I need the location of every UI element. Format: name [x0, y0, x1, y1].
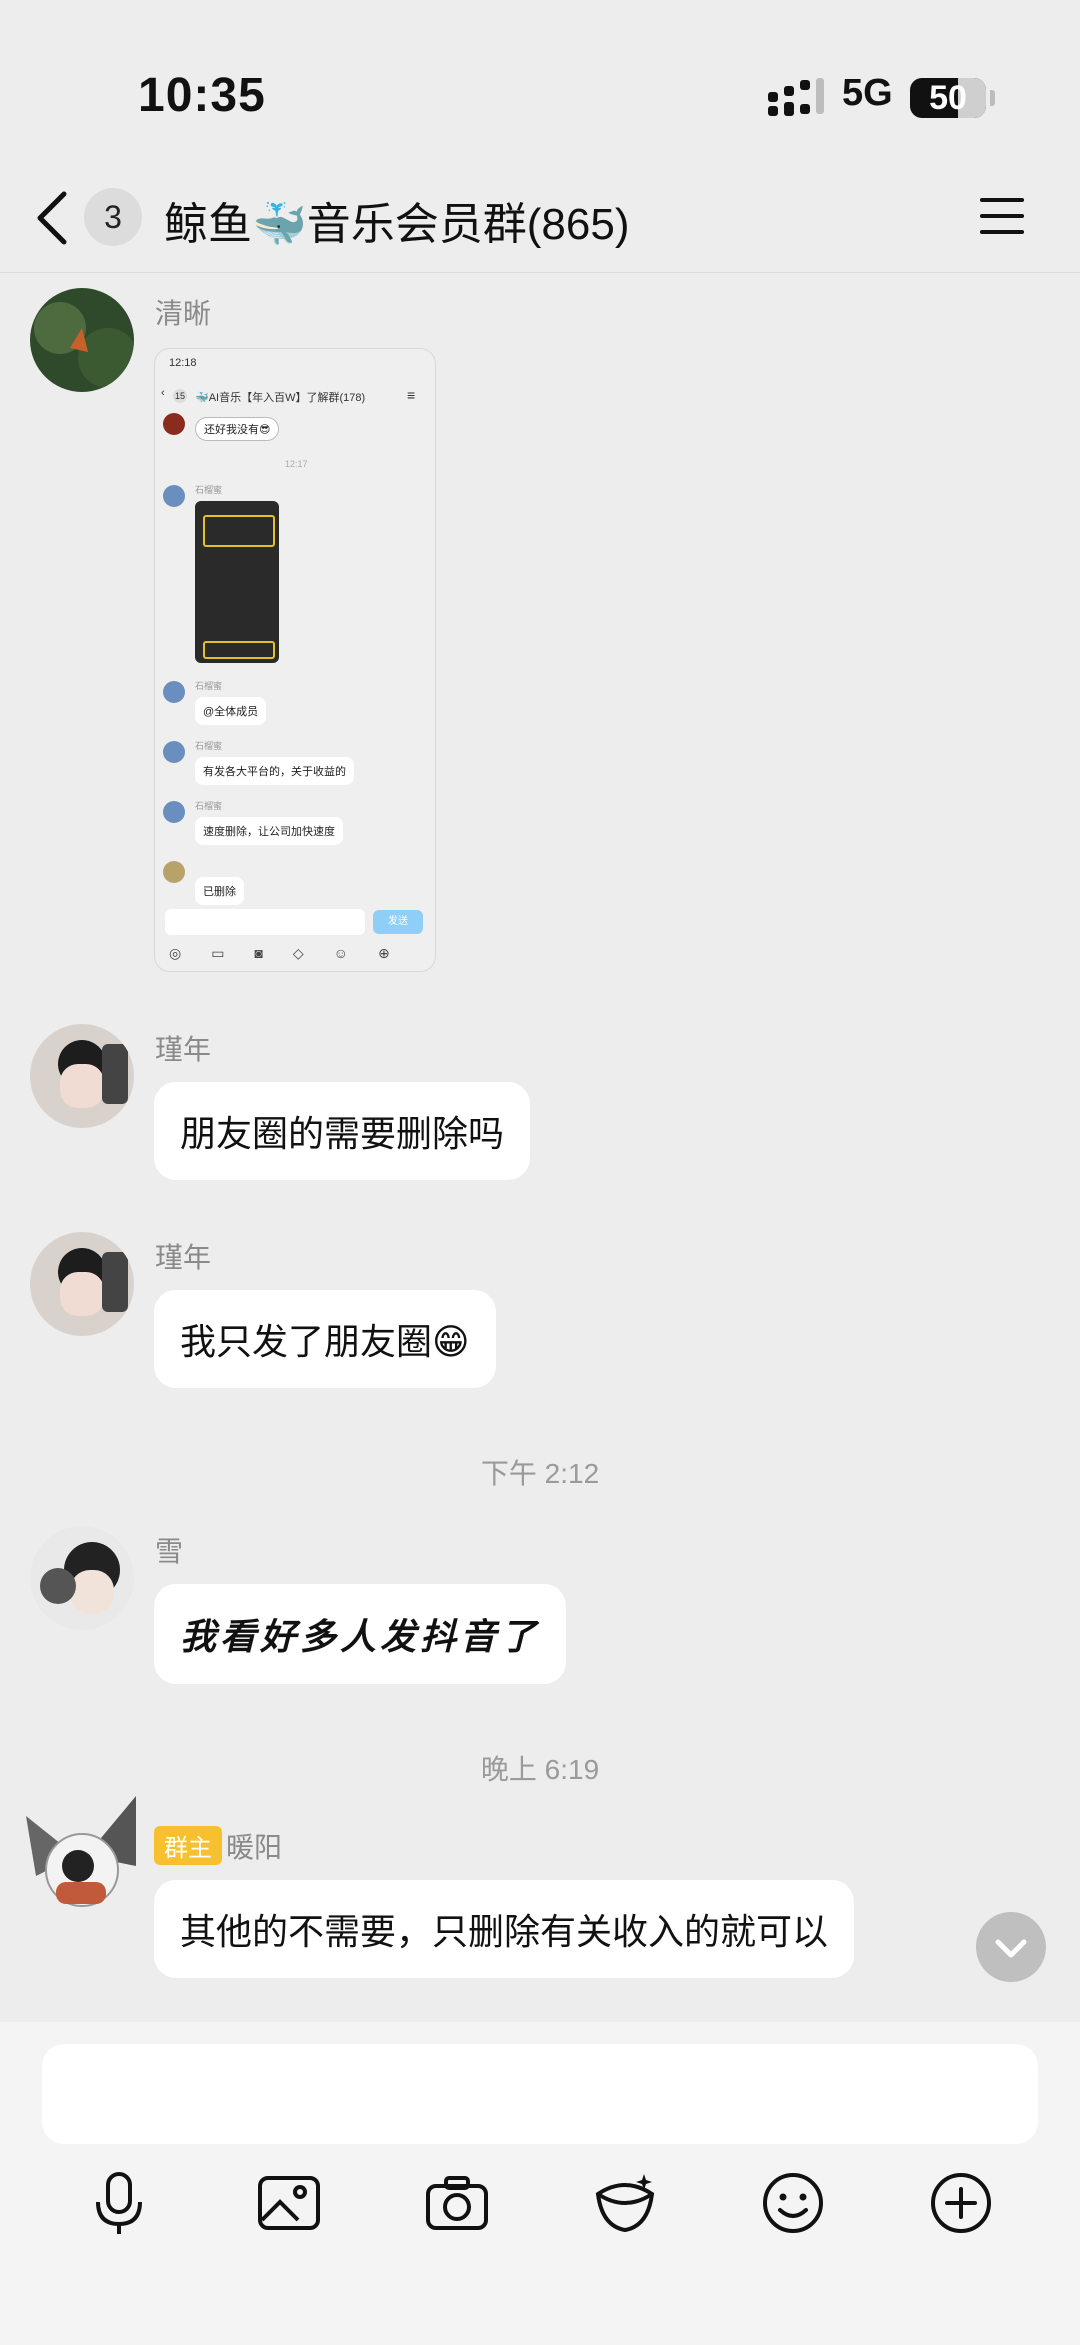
timestamp: 下午 2:12	[480, 1458, 600, 1489]
avatar-image	[30, 1232, 134, 1336]
sender-name: 雪	[155, 1536, 184, 1567]
thumb-sender: 石榴蜜	[195, 741, 223, 751]
chat-header: 3 鲸鱼🐳音乐会员群(865)	[0, 160, 1080, 273]
avatar-image	[26, 1796, 136, 1907]
thumb-message: 速度删除，让公司加快速度	[195, 817, 343, 845]
message-bubble[interactable]: 朋友圈的需要删除吗	[154, 1082, 531, 1180]
thumb-send-button: 发送	[373, 910, 423, 934]
thumb-message: 还好我没有😎	[195, 417, 280, 441]
thumb-avatar	[163, 861, 185, 883]
thumb-avatar	[163, 741, 185, 763]
message-bubble[interactable]: 我看好多人发抖音了	[154, 1584, 567, 1684]
avatar-image	[30, 1024, 134, 1128]
image-icon[interactable]	[254, 2168, 324, 2238]
scroll-to-bottom-button[interactable]	[976, 1912, 1046, 1982]
thumb-message: 已删除	[195, 877, 244, 905]
red-packet-icon[interactable]	[590, 2168, 660, 2238]
sender-name: 瑾年	[155, 1034, 212, 1065]
camera-icon[interactable]	[422, 2168, 492, 2238]
thumb-toolbar-icons: ◎▭◙◇☺⊕	[169, 945, 420, 961]
thumb-back-icon: ‹	[161, 387, 165, 399]
group-title[interactable]: 鲸鱼🐳音乐会员群(865)	[164, 188, 630, 252]
battery-icon: 50	[910, 78, 986, 118]
battery-tip	[990, 90, 995, 106]
unread-badge[interactable]: 3	[84, 188, 142, 246]
avatar[interactable]	[30, 1232, 134, 1336]
thumb-avatar	[163, 413, 185, 435]
thumb-nested-image	[195, 501, 279, 663]
thumb-avatar	[163, 801, 185, 823]
signal-icon	[768, 78, 824, 116]
battery-level: 50	[929, 78, 967, 117]
plus-icon[interactable]	[926, 2168, 996, 2238]
status-bar: 10:35 5G 50	[0, 0, 1080, 160]
avatar[interactable]	[16, 1786, 146, 1916]
microphone-icon[interactable]	[84, 2168, 154, 2238]
avatar[interactable]	[30, 288, 134, 392]
menu-icon[interactable]	[978, 194, 1026, 238]
back-arrow-icon[interactable]	[30, 188, 78, 248]
owner-badge: 群主	[154, 1826, 222, 1865]
thumb-badge: 15	[173, 389, 187, 403]
message-input[interactable]	[42, 2044, 1038, 2144]
avatar-image	[30, 288, 134, 392]
image-message[interactable]: 12:18 ‹ 15 🐳AI音乐【年入百W】了解群(178) ≡ 还好我没有😎 …	[154, 348, 436, 972]
emoji-icon[interactable]	[758, 2168, 828, 2238]
message-bubble[interactable]: 其他的不需要，只删除有关收入的就可以	[154, 1880, 855, 1978]
network-label: 5G	[842, 72, 893, 114]
avatar-image	[30, 1526, 134, 1630]
thumb-time: 12:18	[169, 357, 197, 369]
thumb-message: @全体成员	[195, 697, 267, 725]
thumb-avatar	[163, 681, 185, 703]
chevron-down-icon	[995, 1939, 1027, 1958]
message-bubble[interactable]: 我只发了朋友圈😁	[154, 1290, 496, 1388]
thumb-sender: 石榴蜜	[195, 681, 223, 691]
thumb-input	[165, 909, 365, 935]
status-time: 10:35	[138, 69, 266, 122]
thumb-sender: 石榴蜜	[195, 485, 223, 495]
sender-name: 暖阳	[226, 1832, 283, 1863]
thumb-title: 🐳AI音乐【年入百W】了解群(178)	[195, 392, 366, 404]
sender-name: 清晰	[155, 298, 212, 329]
avatar[interactable]	[30, 1024, 134, 1128]
thumb-sender: 石榴蜜	[195, 801, 223, 811]
sender-name: 瑾年	[155, 1242, 212, 1273]
thumb-menu-icon: ≡	[407, 387, 416, 403]
timestamp: 晚上 6:19	[480, 1754, 600, 1785]
thumb-timestamp: 12:17	[285, 459, 308, 469]
thumb-message: 有发各大平台的，关于收益的	[195, 757, 354, 785]
avatar[interactable]	[30, 1526, 134, 1630]
thumb-avatar	[163, 485, 185, 507]
